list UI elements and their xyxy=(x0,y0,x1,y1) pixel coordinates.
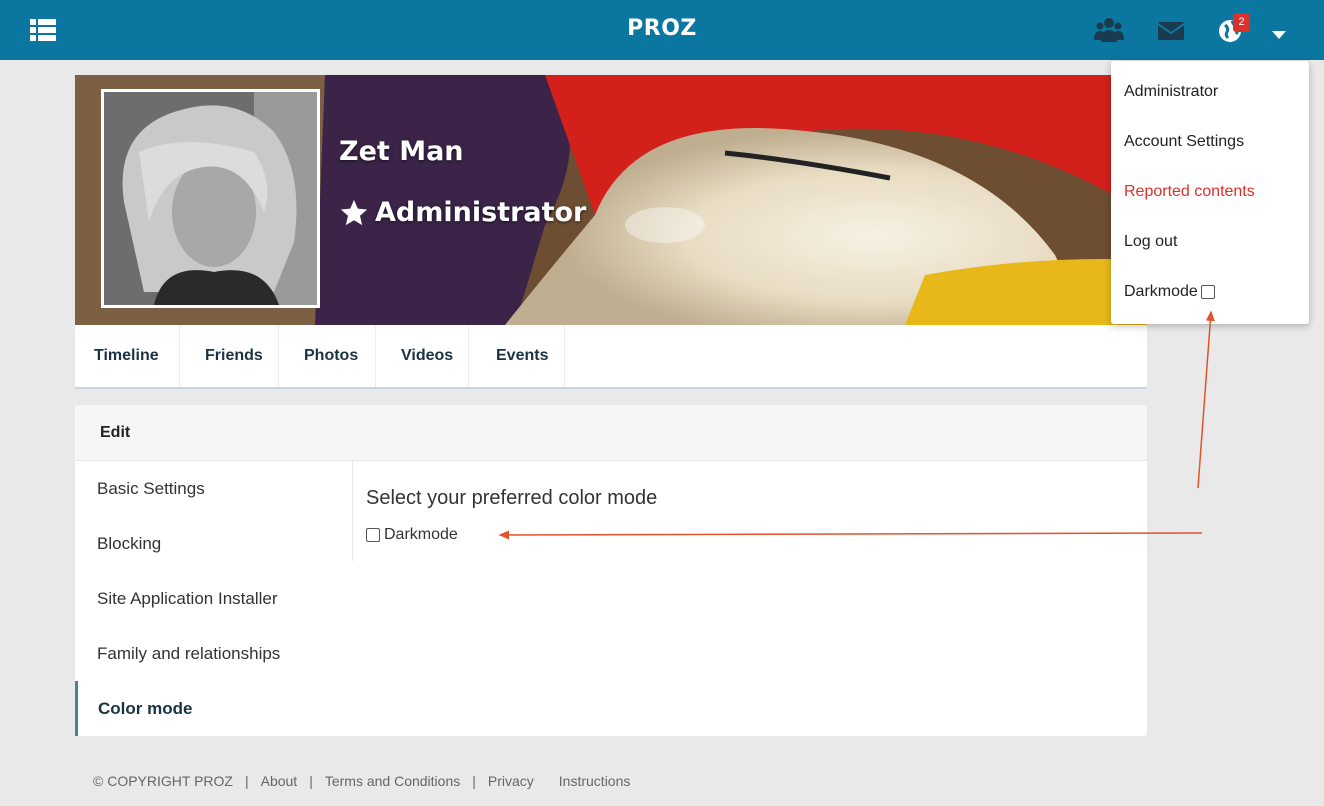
star-icon xyxy=(340,199,368,225)
settings-panel: Edit Basic Settings Blocking Site Applic… xyxy=(75,405,1147,736)
footer-separator: | xyxy=(309,773,313,789)
tab-timeline[interactable]: Timeline xyxy=(75,325,180,387)
menu-item-administrator[interactable]: Administrator xyxy=(1124,83,1218,101)
envelope-icon[interactable] xyxy=(1157,16,1185,44)
profile-role-label: Administrator xyxy=(375,197,587,228)
menu-item-darkmode-label[interactable]: Darkmode xyxy=(1124,283,1198,301)
top-navbar: PROZ 2 xyxy=(0,0,1324,60)
footer-separator: | xyxy=(244,773,249,789)
settings-nav-family-relationships[interactable]: Family and relationships xyxy=(75,626,352,681)
brand-logo[interactable]: PROZ xyxy=(0,16,1324,41)
menu-item-reported-contents[interactable]: Reported contents xyxy=(1124,183,1255,201)
menu-item-account-settings[interactable]: Account Settings xyxy=(1124,133,1244,151)
settings-header: Edit xyxy=(75,405,1147,461)
profile-avatar[interactable] xyxy=(101,89,320,308)
color-mode-title: Select your preferred color mode xyxy=(366,487,658,509)
settings-nav-site-application-installer[interactable]: Site Application Installer xyxy=(75,571,352,626)
footer: © COPYRIGHT PROZ | About | Terms and Con… xyxy=(93,773,630,789)
settings-nav-color-mode[interactable]: Color mode xyxy=(75,681,352,736)
menu-item-darkmode[interactable]: Darkmode xyxy=(1124,283,1215,301)
darkmode-checkbox-label[interactable]: Darkmode xyxy=(384,526,458,544)
tab-events[interactable]: Events xyxy=(469,325,565,387)
caret-down-icon[interactable] xyxy=(1271,30,1287,40)
darkmode-option[interactable]: Darkmode xyxy=(366,526,458,544)
settings-divider xyxy=(352,461,353,561)
user-dropdown-menu: Administrator Account Settings Reported … xyxy=(1111,61,1309,324)
footer-link-about[interactable]: About xyxy=(261,773,298,789)
settings-nav-basic-settings[interactable]: Basic Settings xyxy=(75,461,352,516)
menu-item-log-out[interactable]: Log out xyxy=(1124,233,1177,251)
footer-link-instructions[interactable]: Instructions xyxy=(559,773,631,789)
notification-badge: 2 xyxy=(1233,13,1250,32)
profile-role: Administrator xyxy=(339,197,586,228)
tab-videos[interactable]: Videos xyxy=(376,325,469,387)
footer-separator: | xyxy=(472,773,476,789)
profile-tabs: Timeline Friends Photos Videos Events xyxy=(75,325,1147,389)
tab-friends[interactable]: Friends xyxy=(180,325,279,387)
footer-link-privacy[interactable]: Privacy xyxy=(488,773,534,789)
menu-darkmode-checkbox[interactable] xyxy=(1200,285,1215,299)
darkmode-checkbox[interactable] xyxy=(366,528,380,542)
settings-nav-blocking[interactable]: Blocking xyxy=(75,516,352,571)
profile-name: Zet Man xyxy=(339,136,464,167)
footer-link-terms[interactable]: Terms and Conditions xyxy=(325,773,460,789)
footer-copyright: © COPYRIGHT PROZ xyxy=(93,773,233,789)
users-icon[interactable] xyxy=(1094,16,1124,44)
tab-photos[interactable]: Photos xyxy=(279,325,376,387)
